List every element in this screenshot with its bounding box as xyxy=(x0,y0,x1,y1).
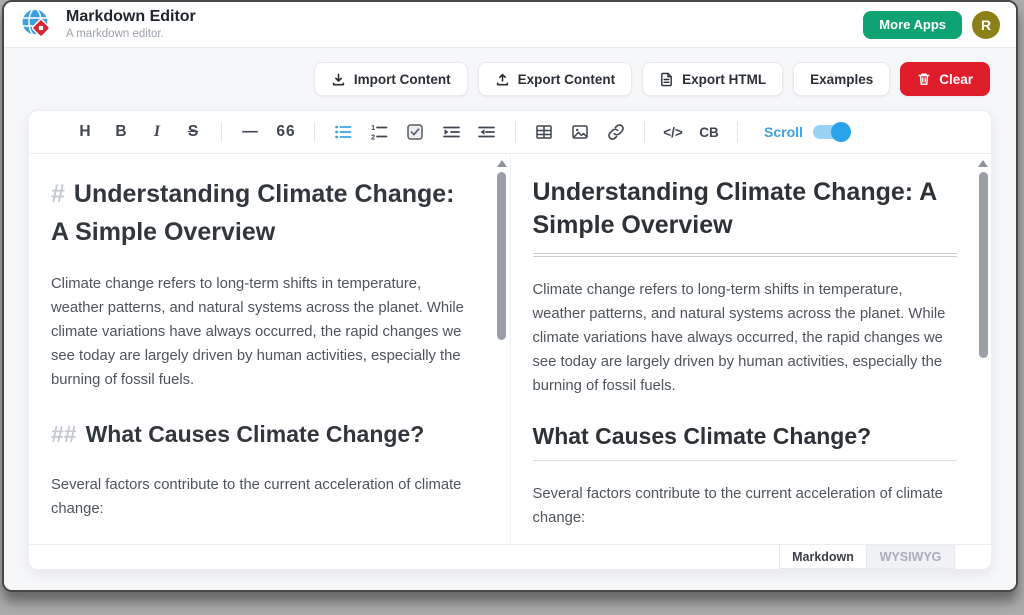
preview-paragraph: Several factors contribute to the curren… xyxy=(533,483,958,531)
outdent-button[interactable] xyxy=(474,119,500,145)
scroll-label: Scroll xyxy=(764,124,803,140)
source-paragraph: Several factors contribute to the curren… xyxy=(51,474,476,522)
scroll-switch-knob xyxy=(831,122,851,142)
trash-icon xyxy=(917,72,931,86)
examples-button[interactable]: Examples xyxy=(793,62,890,96)
export-html-button[interactable]: Export HTML xyxy=(642,62,783,96)
editor-card: H B I S — 66 xyxy=(28,110,992,570)
link-icon xyxy=(607,123,625,141)
toolbar-divider xyxy=(737,122,738,142)
clear-label: Clear xyxy=(939,72,973,87)
italic-button[interactable]: I xyxy=(144,119,170,145)
upload-icon xyxy=(495,72,510,87)
outdent-icon xyxy=(478,123,496,141)
image-button[interactable] xyxy=(567,119,593,145)
horizontal-rule-button[interactable]: — xyxy=(237,119,263,145)
code-block-button[interactable]: CB xyxy=(696,119,722,145)
clear-button[interactable]: Clear xyxy=(900,62,990,96)
bold-button[interactable]: B xyxy=(108,119,134,145)
task-list-button[interactable] xyxy=(402,119,428,145)
table-icon xyxy=(535,123,553,141)
toolbar-divider xyxy=(314,122,315,142)
link-button[interactable] xyxy=(603,119,629,145)
markdown-source-pane[interactable]: #Understanding Climate Change: A Simple … xyxy=(29,154,510,544)
h2-marker: ## xyxy=(51,421,77,447)
tab-wysiwyg[interactable]: WYSIWYG xyxy=(867,545,955,569)
image-icon xyxy=(571,123,589,141)
editor-panes: # Understanding Climate Change: A Simple … xyxy=(29,154,991,544)
formatting-toolbar: H B I S — 66 xyxy=(29,111,991,154)
blockquote-button[interactable]: 66 xyxy=(273,119,299,145)
export-content-label: Export Content xyxy=(518,72,616,87)
import-content-label: Import Content xyxy=(354,72,451,87)
page-title: Markdown Editor xyxy=(66,7,196,27)
document-icon xyxy=(659,72,674,87)
source-paragraph: Climate change refers to long-term shift… xyxy=(51,273,476,393)
toolbar-divider xyxy=(221,122,222,142)
scroll-toggle[interactable]: Scroll xyxy=(764,124,849,140)
preview-paragraph: Climate change refers to long-term shift… xyxy=(533,279,958,399)
export-content-button[interactable]: Export Content xyxy=(478,62,633,96)
checkbox-icon xyxy=(406,123,424,141)
strikethrough-button[interactable]: S xyxy=(180,119,206,145)
source-scrollbar[interactable] xyxy=(496,158,508,538)
import-content-button[interactable]: Import Content xyxy=(314,62,468,96)
preview-scrollbar[interactable] xyxy=(977,158,989,538)
bullet-list-button[interactable] xyxy=(330,119,356,145)
indent-button[interactable] xyxy=(438,119,464,145)
more-apps-button[interactable]: More Apps xyxy=(863,11,962,39)
app-window: Markdown Editor A markdown editor. More … xyxy=(2,0,1018,592)
ordered-list-icon: 1 2 xyxy=(370,123,388,141)
scroll-up-arrow-icon[interactable] xyxy=(497,160,507,167)
editor-footer: Markdown WYSIWYG xyxy=(29,544,991,569)
examples-label: Examples xyxy=(810,72,873,87)
bullet-list-icon xyxy=(334,123,352,141)
heading-button[interactable]: H xyxy=(72,119,98,145)
ordered-list-button[interactable]: 1 2 xyxy=(366,119,392,145)
download-icon xyxy=(331,72,346,87)
indent-icon xyxy=(442,123,460,141)
inline-code-button[interactable]: </> xyxy=(660,119,686,145)
source-scrollbar-thumb[interactable] xyxy=(497,172,506,340)
toolbar-divider xyxy=(644,122,645,142)
source-h1: #Understanding Climate Change: A Simple … xyxy=(51,176,476,251)
page-subtitle: A markdown editor. xyxy=(66,27,196,41)
svg-text:2: 2 xyxy=(371,133,375,142)
scroll-switch[interactable] xyxy=(813,125,849,139)
avatar[interactable]: R xyxy=(972,11,1000,39)
svg-text:1: 1 xyxy=(371,123,375,132)
export-html-label: Export HTML xyxy=(682,72,766,87)
preview-h1: Understanding Climate Change: A Simple O… xyxy=(533,176,958,257)
h1-marker: # xyxy=(51,180,65,208)
main-content: Import Content Export Content Export xyxy=(4,48,1016,590)
actions-row: Import Content Export Content Export xyxy=(4,48,1016,96)
preview-scrollbar-thumb[interactable] xyxy=(979,172,988,358)
toolbar-divider xyxy=(515,122,516,142)
table-button[interactable] xyxy=(531,119,557,145)
app-titles: Markdown Editor A markdown editor. xyxy=(66,7,196,41)
app-header: Markdown Editor A markdown editor. More … xyxy=(4,2,1016,48)
preview-pane[interactable]: Understanding Climate Change: A Simple O… xyxy=(510,154,992,544)
scroll-up-arrow-icon[interactable] xyxy=(978,160,988,167)
tab-markdown[interactable]: Markdown xyxy=(779,545,867,569)
preview-h2: What Causes Climate Change? xyxy=(533,423,958,461)
source-h2: ##What Causes Climate Change? xyxy=(51,421,476,448)
app-logo-icon xyxy=(20,7,56,43)
